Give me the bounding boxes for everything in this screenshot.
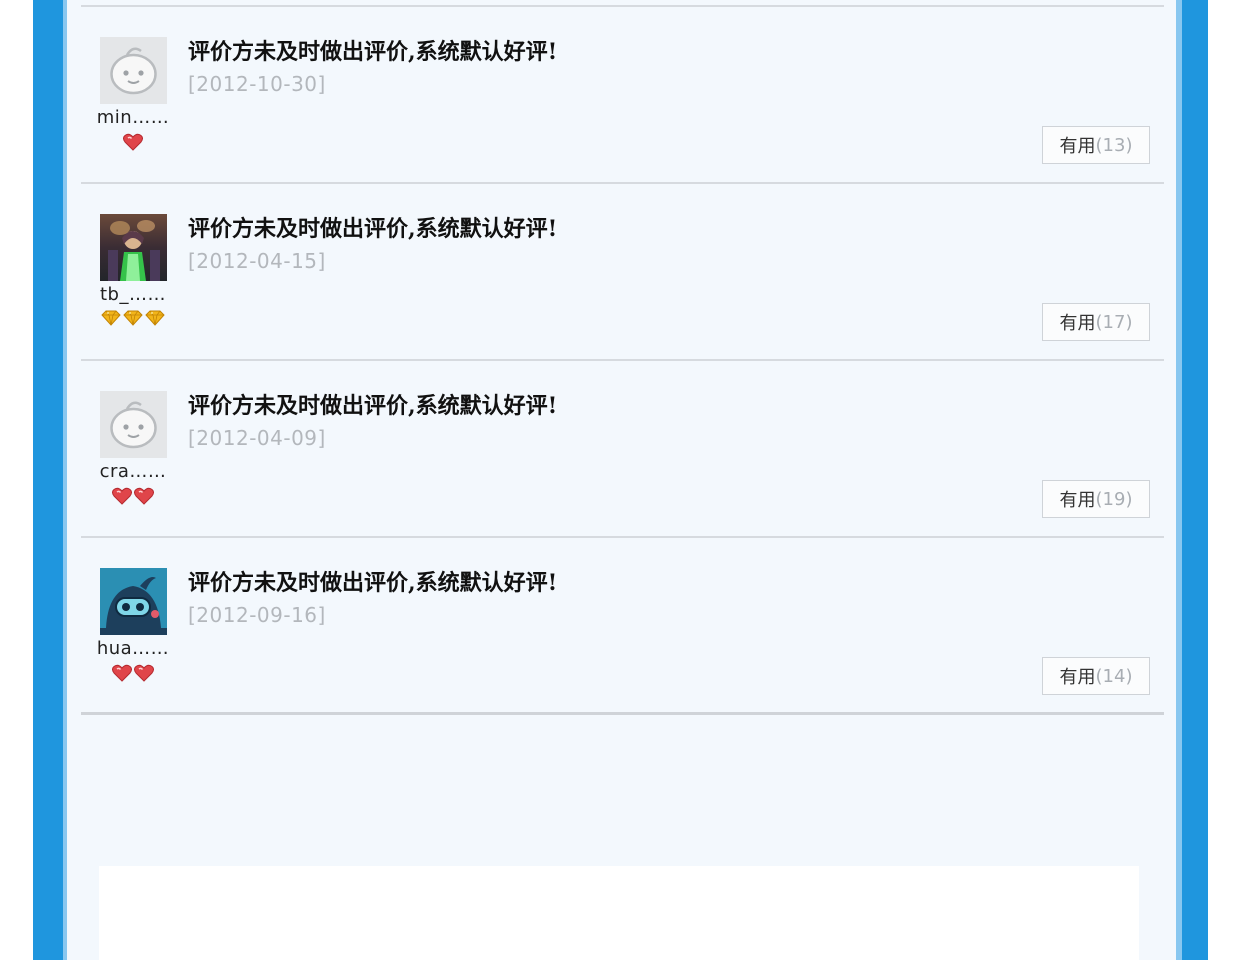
review-item: tb_…… 评价方未及时做出评价,系统默认好评! [2012-04-15] 有用… <box>81 184 1164 361</box>
review-comment: 评价方未及时做出评价,系统默认好评! <box>188 570 558 596</box>
red-heart-icon <box>112 664 132 682</box>
left-blue-border <box>33 0 67 960</box>
review-date: [2012-04-09] <box>188 426 326 450</box>
useful-count: (17) <box>1095 311 1133 333</box>
comment-input-area[interactable] <box>99 866 1139 960</box>
yellow-diamond-icon <box>101 310 121 326</box>
useful-label: 有用 <box>1059 313 1096 334</box>
review-item: min…… 评价方未及时做出评价,系统默认好评! [2012-10-30] 有用… <box>81 7 1164 184</box>
right-blue-border <box>1176 0 1208 960</box>
review-date: [2012-09-16] <box>188 603 326 627</box>
review-date: [2012-04-15] <box>188 249 326 273</box>
reviewer-rank <box>81 487 185 507</box>
useful-button[interactable]: 有用 (13) <box>1042 126 1150 164</box>
reviewer-username[interactable]: hua…… <box>81 638 185 659</box>
yellow-diamond-icon <box>145 310 165 326</box>
reviewer-rank <box>81 133 185 153</box>
useful-button[interactable]: 有用 (14) <box>1042 657 1150 695</box>
red-heart-icon <box>134 487 154 505</box>
photo-avatar-icon[interactable] <box>100 214 167 281</box>
useful-count: (13) <box>1095 134 1133 156</box>
useful-label: 有用 <box>1059 490 1096 511</box>
reviewer-username[interactable]: tb_…… <box>81 284 185 305</box>
review-comment: 评价方未及时做出评价,系统默认好评! <box>188 216 558 242</box>
review-comment: 评价方未及时做出评价,系统默认好评! <box>188 39 558 65</box>
useful-label: 有用 <box>1059 667 1096 688</box>
useful-count: (19) <box>1095 488 1133 510</box>
useful-button[interactable]: 有用 (17) <box>1042 303 1150 341</box>
review-comment: 评价方未及时做出评价,系统默认好评! <box>188 393 558 419</box>
useful-button[interactable]: 有用 (19) <box>1042 480 1150 518</box>
default-avatar-icon[interactable] <box>100 37 167 104</box>
cartoon-avatar-icon[interactable] <box>100 568 167 635</box>
reviews-panel: min…… 评价方未及时做出评价,系统默认好评! [2012-10-30] 有用… <box>67 0 1176 960</box>
review-list: min…… 评价方未及时做出评价,系统默认好评! [2012-10-30] 有用… <box>81 7 1164 715</box>
review-date: [2012-10-30] <box>188 72 326 96</box>
reviewer-username[interactable]: min…… <box>81 107 185 128</box>
review-item: hua…… 评价方未及时做出评价,系统默认好评! [2012-09-16] 有用… <box>81 538 1164 715</box>
useful-label: 有用 <box>1059 136 1096 157</box>
review-item: cra…… 评价方未及时做出评价,系统默认好评! [2012-04-09] 有用… <box>81 361 1164 538</box>
reviewer-rank <box>81 310 185 330</box>
red-heart-icon <box>123 133 143 151</box>
default-avatar-icon[interactable] <box>100 391 167 458</box>
useful-count: (14) <box>1095 665 1133 687</box>
yellow-diamond-icon <box>123 310 143 326</box>
reviewer-rank <box>81 664 185 684</box>
red-heart-icon <box>112 487 132 505</box>
reviewer-username[interactable]: cra…… <box>81 461 185 482</box>
red-heart-icon <box>134 664 154 682</box>
